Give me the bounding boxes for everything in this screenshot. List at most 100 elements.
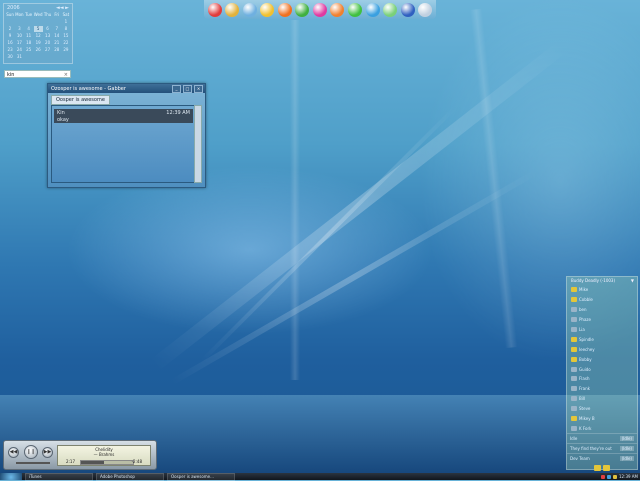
calendar-day[interactable]: 19 bbox=[34, 40, 43, 46]
calendar-day[interactable]: 29 bbox=[62, 47, 70, 53]
previous-button[interactable]: ◀◀ bbox=[8, 447, 19, 458]
taskbar-button[interactable]: iTunes bbox=[25, 472, 93, 481]
chat-icon[interactable] bbox=[348, 2, 363, 17]
window-titlebar[interactable]: Ozosper is awesome - Gabber _ □ × bbox=[48, 84, 205, 93]
calendar-day[interactable]: 23 bbox=[6, 47, 14, 53]
chevron-down-icon[interactable]: ▼ bbox=[631, 277, 634, 285]
calendar-day[interactable]: 31 bbox=[15, 54, 23, 60]
minimize-button[interactable]: _ bbox=[172, 85, 181, 93]
calendar-day[interactable] bbox=[34, 19, 43, 25]
contact-item[interactable]: leechey bbox=[567, 344, 637, 354]
calendar-day[interactable]: 24 bbox=[15, 47, 23, 53]
flower-icon[interactable] bbox=[312, 2, 327, 17]
calendar-day[interactable]: 8 bbox=[62, 26, 70, 32]
calendar-day[interactable]: 26 bbox=[34, 47, 43, 53]
add-contact-icon[interactable] bbox=[594, 465, 601, 472]
calendar-nav[interactable]: ◄◄ ► bbox=[56, 5, 69, 11]
media-icon[interactable] bbox=[400, 2, 415, 17]
contact-item[interactable]: Bill bbox=[567, 394, 637, 404]
calendar-day[interactable]: 21 bbox=[53, 40, 61, 46]
recycle-icon[interactable] bbox=[418, 2, 433, 17]
chain-icon[interactable] bbox=[225, 2, 240, 17]
taskbar-button[interactable]: Adobe Photoshop bbox=[96, 472, 164, 481]
gear-icon[interactable] bbox=[295, 2, 310, 17]
calendar-day[interactable] bbox=[34, 54, 43, 60]
progress-bar[interactable] bbox=[80, 460, 134, 465]
contact-item[interactable]: Frank bbox=[567, 384, 637, 394]
calendar-day[interactable]: 10 bbox=[15, 33, 23, 39]
status-row[interactable]: They find they're out (Idle) bbox=[567, 443, 637, 453]
contact-item[interactable]: Bobby bbox=[567, 354, 637, 364]
calendar-day[interactable]: 9 bbox=[6, 33, 14, 39]
calendar-day[interactable]: 13 bbox=[44, 33, 52, 39]
calendar-day[interactable]: 4 bbox=[25, 26, 33, 32]
calendar-day[interactable]: 16 bbox=[6, 40, 14, 46]
scrollbar[interactable] bbox=[194, 105, 202, 183]
status-select[interactable]: (Idle) bbox=[619, 446, 634, 452]
calendar-day[interactable] bbox=[62, 54, 70, 60]
globe-icon[interactable] bbox=[365, 2, 380, 17]
volume-slider[interactable] bbox=[16, 462, 50, 464]
contact-item[interactable]: K Fork bbox=[567, 423, 637, 433]
contact-item[interactable]: Mike bbox=[567, 285, 637, 295]
calendar-day[interactable]: 11 bbox=[25, 33, 33, 39]
close-button[interactable]: × bbox=[194, 85, 203, 93]
start-button[interactable] bbox=[0, 473, 22, 480]
x-icon[interactable] bbox=[277, 2, 292, 17]
calendar-day[interactable]: 12 bbox=[34, 33, 43, 39]
firefox-icon[interactable] bbox=[330, 2, 345, 17]
next-button[interactable]: ▶▶ bbox=[42, 447, 53, 458]
contact-item[interactable]: ben bbox=[567, 305, 637, 315]
wrench-icon[interactable] bbox=[242, 2, 257, 17]
taskbar-button[interactable]: Oosper is awesome... bbox=[167, 472, 235, 481]
calendar-day[interactable]: 28 bbox=[53, 47, 61, 53]
lifering-icon[interactable] bbox=[207, 2, 222, 17]
contact-item[interactable]: Flash bbox=[567, 374, 637, 384]
calendar-day[interactable] bbox=[25, 54, 33, 60]
calendar-day[interactable] bbox=[6, 61, 14, 67]
calendar-day[interactable]: 22 bbox=[62, 40, 70, 46]
calendar-day[interactable]: 2 bbox=[6, 26, 14, 32]
tab-conversation[interactable]: Oosper is awesome bbox=[51, 95, 110, 105]
clear-icon[interactable]: × bbox=[64, 71, 68, 79]
status-select[interactable]: (Idle) bbox=[619, 456, 634, 462]
calendar-day[interactable]: 30 bbox=[6, 54, 14, 60]
calendar-day[interactable] bbox=[25, 19, 33, 25]
runner-icon[interactable] bbox=[260, 2, 275, 17]
calendar-day[interactable] bbox=[53, 19, 61, 25]
pause-button[interactable]: ❙❙ bbox=[24, 445, 38, 459]
calendar-day[interactable]: 25 bbox=[25, 47, 33, 53]
calendar-day[interactable]: 7 bbox=[53, 26, 61, 32]
calendar-day[interactable] bbox=[53, 54, 61, 60]
tray-icon[interactable] bbox=[613, 474, 617, 479]
calendar-day[interactable]: 27 bbox=[44, 47, 52, 53]
calendar-day[interactable]: 14 bbox=[53, 33, 61, 39]
calendar-day[interactable]: 20 bbox=[44, 40, 52, 46]
status-row[interactable]: Idle (Idle) bbox=[567, 433, 637, 443]
contact-item[interactable]: Guido bbox=[567, 364, 637, 374]
calendar-day[interactable]: 15 bbox=[62, 33, 70, 39]
calendar-day[interactable] bbox=[44, 19, 52, 25]
status-select[interactable]: (Idle) bbox=[619, 436, 634, 442]
tray-icon[interactable] bbox=[601, 474, 605, 479]
calendar-day[interactable]: 18 bbox=[25, 40, 33, 46]
calendar-day[interactable] bbox=[15, 19, 23, 25]
calendar-day[interactable] bbox=[44, 54, 52, 60]
tray-icon[interactable] bbox=[607, 474, 611, 479]
contact-item[interactable]: Cobble bbox=[567, 295, 637, 305]
buddy-icon[interactable] bbox=[603, 465, 610, 472]
calendar-day[interactable]: 1 bbox=[62, 19, 70, 25]
contact-item[interactable]: Lia bbox=[567, 325, 637, 335]
calendar-day[interactable]: 6 bbox=[44, 26, 52, 32]
contact-item[interactable]: Steve bbox=[567, 404, 637, 414]
calendar-day[interactable]: 5 bbox=[33, 26, 43, 32]
roster-title[interactable]: Buddy Deadly (-1003) ▼ bbox=[567, 277, 637, 285]
contact-item[interactable]: Spindle bbox=[567, 334, 637, 344]
calendar-day[interactable] bbox=[6, 19, 14, 25]
calendar-day[interactable]: 17 bbox=[15, 40, 23, 46]
contact-item[interactable]: Mikey B bbox=[567, 414, 637, 424]
calendar-day[interactable]: 3 bbox=[15, 26, 23, 32]
search-input[interactable]: kin × bbox=[4, 70, 71, 78]
contact-item[interactable]: Phaze bbox=[567, 315, 637, 325]
music-icon[interactable] bbox=[383, 2, 398, 17]
